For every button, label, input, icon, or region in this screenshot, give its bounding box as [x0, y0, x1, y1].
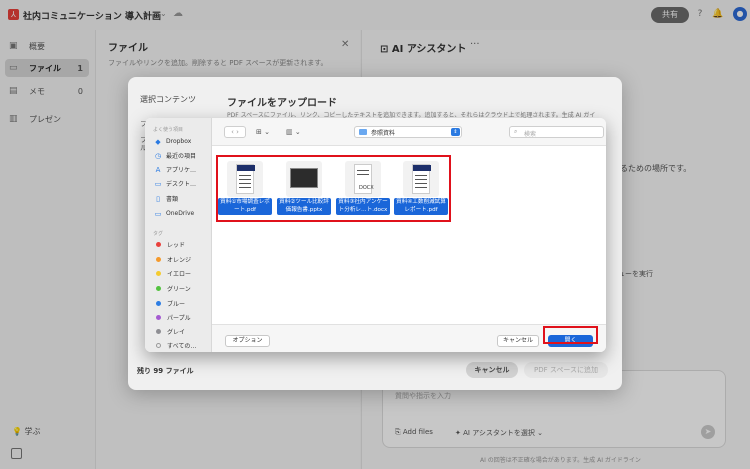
tag-dot-icon: [156, 301, 161, 306]
highlight-frame-files: [216, 155, 451, 222]
file-picker-sidebar: よく使う項目 ◆ Dropbox ◷ 最近の項目 A アプリケ… ▭ デスクト… ▯ 書類…: [145, 118, 212, 352]
tag-dot-icon: [156, 257, 161, 262]
sidebar-item-onedrive[interactable]: ▭ OneDrive: [154, 208, 195, 219]
document-icon: ▯: [156, 194, 160, 203]
highlight-frame-open: [543, 326, 598, 344]
search-input[interactable]: 検索: [524, 129, 536, 138]
tag-purple[interactable]: パープル: [154, 312, 191, 323]
group-view-button[interactable]: ▥ ⌄: [286, 126, 301, 138]
tag-red[interactable]: レッド: [154, 239, 185, 250]
sidebar-item-applications[interactable]: A アプリケ…: [154, 164, 196, 175]
tag-dot-icon: [156, 315, 161, 320]
apps-icon: A: [155, 165, 161, 174]
sidebar-item-documents[interactable]: ▯ 書類: [154, 193, 178, 204]
tag-dot-icon: [156, 271, 161, 276]
tag-green[interactable]: グリーン: [154, 283, 191, 294]
favorites-header: よく使う項目: [153, 127, 184, 133]
tag-yellow[interactable]: イエロー: [154, 268, 191, 279]
add-to-pdf-space-button[interactable]: PDF スペースに追加: [524, 362, 608, 378]
tag-blue[interactable]: ブルー: [154, 298, 185, 309]
tag-all[interactable]: すべての…: [154, 340, 196, 351]
file-picker-window: よく使う項目 ◆ Dropbox ◷ 最近の項目 A アプリケ… ▭ デスクト… ▯ 書類…: [145, 118, 606, 352]
remaining-files-count: 残り 99 ファイル: [137, 367, 194, 375]
location-name: 参照資料: [371, 130, 396, 137]
folder-icon: [359, 129, 367, 135]
file-picker-toolbar: ‹ › ⊞ ⌄ ▥ ⌄ 参照資料 ⇕ ⌕ 検索: [212, 118, 606, 146]
tag-orange[interactable]: オレンジ: [154, 254, 191, 265]
icon-view-button[interactable]: ⊞ ⌄: [256, 126, 270, 138]
search-icon: ⌕: [514, 128, 518, 135]
dropbox-icon: ◆: [155, 137, 161, 146]
tag-dot-icon: [156, 242, 161, 247]
tag-gray[interactable]: グレイ: [154, 326, 185, 337]
sidebar-item-desktop[interactable]: ▭ デスクト…: [154, 178, 196, 189]
cancel-button[interactable]: キャンセル: [497, 335, 539, 347]
upload-dialog-title: ファイルをアップロード: [227, 98, 337, 109]
tags-header: タグ: [153, 231, 164, 237]
sidebar-item-dropbox[interactable]: ◆ Dropbox: [154, 136, 191, 147]
tag-dot-icon: [156, 329, 161, 334]
folder-icon: ▭: [154, 209, 162, 218]
options-button[interactable]: オプション: [225, 335, 270, 347]
updown-icon: ⇕: [451, 128, 460, 136]
tag-dot-icon: [156, 286, 161, 291]
clock-icon: ◷: [154, 151, 162, 160]
cancel-button[interactable]: キャンセル: [466, 362, 518, 378]
tag-dot-icon: [156, 343, 161, 348]
selected-content-title: 選択コンテンツ: [140, 95, 196, 104]
back-forward-button[interactable]: ‹ ›: [224, 126, 246, 138]
desktop-icon: ▭: [154, 179, 162, 188]
sidebar-item-recents[interactable]: ◷ 最近の項目: [154, 150, 196, 161]
location-selector[interactable]: 参照資料 ⇕: [354, 126, 462, 138]
search-field[interactable]: ⌕ 検索: [509, 126, 604, 138]
